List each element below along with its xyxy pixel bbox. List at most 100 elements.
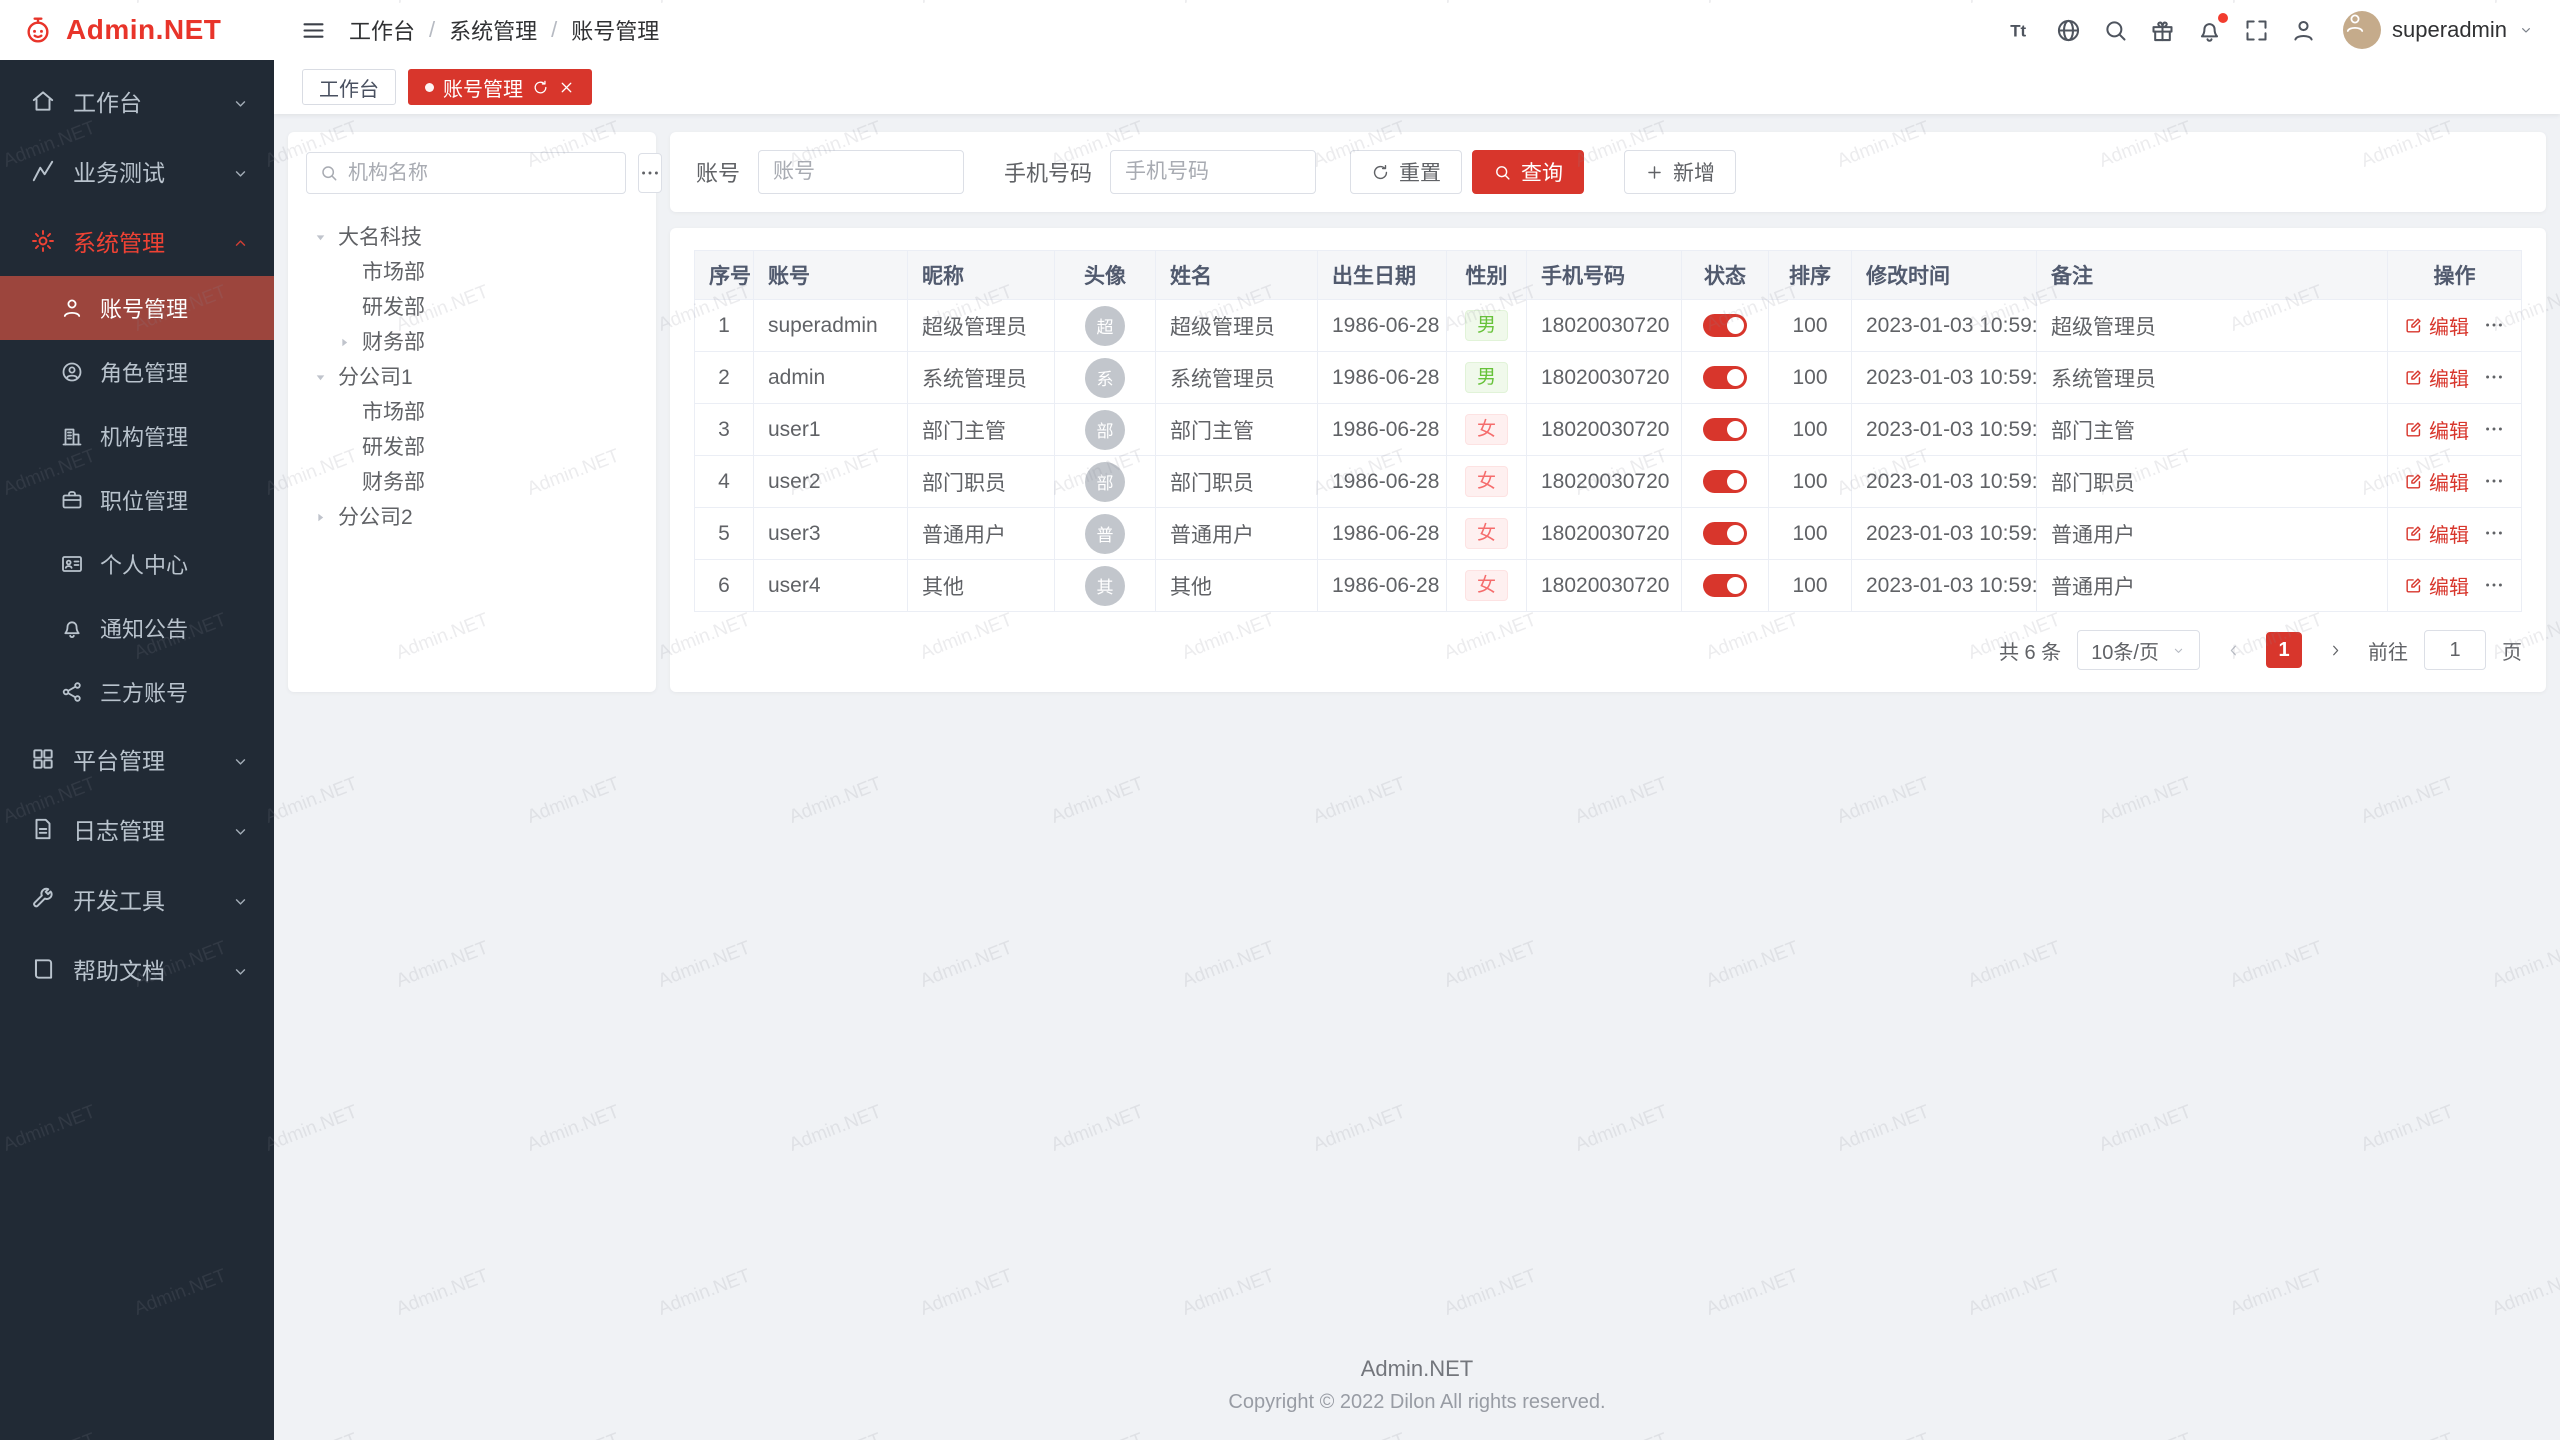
content-row: 大名科技市场部研发部财务部分公司1市场部研发部财务部分公司2 账号 手机号码 重… bbox=[288, 132, 2546, 692]
search-icon[interactable] bbox=[2102, 17, 2129, 44]
chevron-down-icon bbox=[231, 750, 250, 769]
sidebar-item-account-manage[interactable]: 账号管理 bbox=[0, 276, 274, 340]
avatar: 部 bbox=[1085, 462, 1125, 502]
sidebar-item-workbench[interactable]: 工作台 bbox=[0, 66, 274, 136]
tree-node[interactable]: 研发部 bbox=[306, 428, 638, 463]
sidebar-item-log-manage[interactable]: 日志管理 bbox=[0, 794, 274, 864]
sidebar-item-dev-tools[interactable]: 开发工具 bbox=[0, 864, 274, 934]
sidebar-item-business-test[interactable]: 业务测试 bbox=[0, 136, 274, 206]
cell-status bbox=[1682, 300, 1769, 352]
cell-account: admin bbox=[754, 352, 908, 404]
search-button[interactable]: 查询 bbox=[1472, 150, 1584, 194]
cell-name: 部门职员 bbox=[1156, 456, 1318, 508]
status-toggle[interactable] bbox=[1703, 522, 1747, 545]
gender-tag: 女 bbox=[1465, 466, 1508, 498]
goto-page-input[interactable] bbox=[2424, 630, 2486, 670]
edit-button[interactable]: 编辑 bbox=[2404, 363, 2469, 392]
row-more-button[interactable] bbox=[2483, 522, 2505, 544]
tree-more-button[interactable] bbox=[638, 153, 662, 193]
caret-icon[interactable] bbox=[314, 506, 338, 526]
tree-node[interactable]: 财务部 bbox=[306, 463, 638, 498]
cell-avatar: 部 bbox=[1055, 456, 1156, 508]
logo[interactable]: Admin.NET bbox=[0, 0, 274, 60]
sidebar-item-third-account[interactable]: 三方账号 bbox=[0, 660, 274, 724]
cell-name: 部门主管 bbox=[1156, 404, 1318, 456]
page-number-1[interactable]: 1 bbox=[2266, 632, 2302, 668]
column-header: 备注 bbox=[2037, 251, 2388, 300]
cell-birth: 1986-06-28 bbox=[1318, 404, 1447, 456]
edit-button[interactable]: 编辑 bbox=[2404, 519, 2469, 548]
column-header: 排序 bbox=[1769, 251, 1852, 300]
close-icon[interactable] bbox=[558, 79, 575, 96]
org-search-input[interactable] bbox=[348, 162, 613, 185]
row-more-button[interactable] bbox=[2483, 574, 2505, 596]
row-more-button[interactable] bbox=[2483, 314, 2505, 336]
cell-modified: 2023-01-03 10:59:44 bbox=[1852, 404, 2037, 456]
sidebar-item-system-manage[interactable]: 系统管理 bbox=[0, 206, 274, 276]
status-toggle[interactable] bbox=[1703, 366, 1747, 389]
refresh-icon[interactable] bbox=[532, 79, 549, 96]
fullscreen-icon[interactable] bbox=[2243, 17, 2270, 44]
tree-node[interactable]: 财务部 bbox=[306, 323, 638, 358]
sidebar-item-role-manage[interactable]: 角色管理 bbox=[0, 340, 274, 404]
edit-button[interactable]: 编辑 bbox=[2404, 311, 2469, 340]
breadcrumb-item[interactable]: 系统管理 bbox=[449, 14, 537, 46]
column-header: 昵称 bbox=[908, 251, 1055, 300]
row-more-button[interactable] bbox=[2483, 366, 2505, 388]
table-header-row: 序号账号昵称头像姓名出生日期性别手机号码状态排序修改时间备注操作 bbox=[695, 251, 2522, 300]
tree-node[interactable]: 分公司1 bbox=[306, 358, 638, 393]
edit-button[interactable]: 编辑 bbox=[2404, 467, 2469, 496]
status-toggle[interactable] bbox=[1703, 314, 1747, 337]
table-row: 6 user4 其他 其 其他 1986-06-28 女 18020030720… bbox=[695, 560, 2522, 612]
menu-toggle-icon[interactable] bbox=[300, 17, 327, 44]
caret-icon[interactable] bbox=[314, 226, 338, 246]
status-toggle[interactable] bbox=[1703, 418, 1747, 441]
sidebar-item-help-docs[interactable]: 帮助文档 bbox=[0, 934, 274, 1004]
cell-sort: 100 bbox=[1769, 404, 1852, 456]
caret-icon[interactable] bbox=[314, 366, 338, 386]
sidebar-item-position-manage[interactable]: 职位管理 bbox=[0, 468, 274, 532]
profile-icon[interactable] bbox=[2290, 17, 2317, 44]
edit-button[interactable]: 编辑 bbox=[2404, 571, 2469, 600]
cell-sort: 100 bbox=[1769, 560, 1852, 612]
user-menu[interactable]: superadmin bbox=[2343, 11, 2534, 49]
edit-button[interactable]: 编辑 bbox=[2404, 415, 2469, 444]
tree-node[interactable]: 大名科技 bbox=[306, 218, 638, 253]
tree-node[interactable]: 市场部 bbox=[306, 393, 638, 428]
status-toggle[interactable] bbox=[1703, 470, 1747, 493]
row-more-button[interactable] bbox=[2483, 418, 2505, 440]
row-more-button[interactable] bbox=[2483, 470, 2505, 492]
sidebar-item-platform-manage[interactable]: 平台管理 bbox=[0, 724, 274, 794]
search-icon bbox=[1493, 163, 1512, 182]
sidebar-item-org-manage[interactable]: 机构管理 bbox=[0, 404, 274, 468]
tools-icon bbox=[30, 886, 56, 912]
font-size-icon[interactable]: Tt bbox=[2008, 17, 2035, 44]
footer-copyright: Copyright © 2022 Dilon All rights reserv… bbox=[288, 1391, 2546, 1414]
tree-node[interactable]: 市场部 bbox=[306, 253, 638, 288]
breadcrumb-item[interactable]: 工作台 bbox=[349, 14, 415, 46]
tree-node[interactable]: 研发部 bbox=[306, 288, 638, 323]
page-size-select[interactable]: 10条/页 bbox=[2077, 630, 2200, 670]
theme-icon[interactable] bbox=[2149, 17, 2176, 44]
add-button[interactable]: 新增 bbox=[1624, 150, 1736, 194]
language-icon[interactable] bbox=[2055, 17, 2082, 44]
bell-icon[interactable] bbox=[2196, 17, 2223, 44]
phone-input[interactable] bbox=[1110, 150, 1316, 194]
caret-icon[interactable] bbox=[338, 331, 362, 351]
prev-page-button[interactable] bbox=[2216, 633, 2250, 667]
sidebar-item-personal-center[interactable]: 个人中心 bbox=[0, 532, 274, 596]
cell-nickname: 超级管理员 bbox=[908, 300, 1055, 352]
cell-nickname: 系统管理员 bbox=[908, 352, 1055, 404]
account-input[interactable] bbox=[758, 150, 964, 194]
sidebar-item-notice[interactable]: 通知公告 bbox=[0, 596, 274, 660]
next-page-button[interactable] bbox=[2318, 633, 2352, 667]
tab-workbench[interactable]: 工作台 bbox=[302, 69, 396, 105]
gender-tag: 女 bbox=[1465, 570, 1508, 602]
reset-button[interactable]: 重置 bbox=[1350, 150, 1462, 194]
status-toggle[interactable] bbox=[1703, 574, 1747, 597]
cell-modified: 2023-01-03 10:59:44 bbox=[1852, 352, 2037, 404]
cell-index: 4 bbox=[695, 456, 754, 508]
tab-account-manage[interactable]: 账号管理 bbox=[408, 69, 592, 105]
tree-node[interactable]: 分公司2 bbox=[306, 498, 638, 533]
gender-tag: 女 bbox=[1465, 518, 1508, 550]
